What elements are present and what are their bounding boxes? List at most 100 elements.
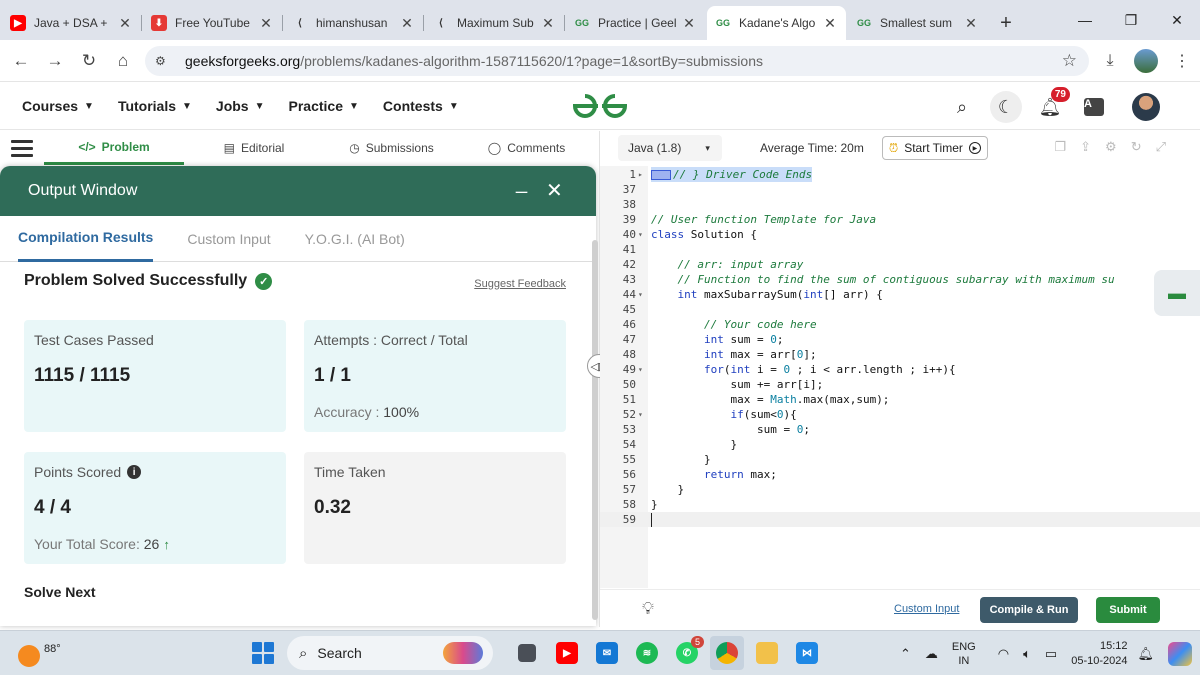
browser-tab[interactable]: ▶ Java + DSA + ✕ (2, 6, 142, 40)
user-avatar[interactable] (1132, 93, 1160, 121)
browser-tab[interactable]: GG Smallest sum ✕ (848, 6, 987, 40)
output-scrollbar[interactable] (592, 240, 598, 620)
new-tab-button[interactable]: + (991, 8, 1021, 38)
windows-start-icon[interactable] (252, 642, 274, 664)
fold-toggle-icon[interactable]: ▾ (638, 227, 646, 242)
fold-toggle-icon[interactable]: ▸ (638, 167, 646, 182)
forward-icon[interactable]: → (38, 44, 72, 78)
fullscreen-icon[interactable]: ⤢ (1156, 139, 1166, 155)
settings-icon[interactable]: ⚙ (1105, 139, 1117, 155)
back-icon[interactable]: ← (4, 44, 38, 78)
fold-toggle-icon[interactable]: ▾ (638, 407, 646, 422)
fold-toggle-icon[interactable]: ▾ (638, 287, 646, 302)
code-icon: </> (78, 139, 96, 154)
code-editor[interactable]: 1 ▸ // } Driver Code Ends 37 38 39 // User fun… (600, 166, 1200, 588)
downloads-icon[interactable]: ⤓ (1092, 52, 1128, 70)
volume-icon[interactable]: 🔈︎ (1023, 646, 1031, 662)
tab-problem[interactable]: </> Problem (44, 131, 184, 165)
wifi-icon[interactable]: ◠ (998, 646, 1009, 662)
spotify-icon[interactable]: ≋ (630, 636, 664, 670)
custom-input-link[interactable]: Custom Input (894, 603, 959, 615)
tab-custom-input[interactable]: Custom Input (187, 216, 270, 262)
compile-run-button[interactable]: Compile & Run (980, 597, 1078, 623)
copy-icon[interactable]: ❐ (1054, 139, 1066, 155)
close-tab-icon[interactable]: ✕ (117, 15, 133, 32)
minimize-window-icon[interactable]: — (1062, 0, 1108, 40)
tab-compilation-results[interactable]: Compilation Results (18, 216, 154, 262)
code-line: 1 ▸ // } Driver Code Ends (600, 167, 1200, 182)
windows-taskbar: 88° ⌕ Search ▶ ✉ ≋ ✆ 5 ⋈ ⌃ ☁ ENG IN ◠ 🔈︎ ▭… (0, 630, 1200, 675)
url-input[interactable]: ⚙ geeksforgeeks.org/problems/kadanes-alg… (145, 46, 1089, 76)
nav-practice[interactable]: Practice ▼ (289, 98, 359, 114)
bookmark-star-icon[interactable]: ☆ (1062, 51, 1077, 71)
tab-yogi-ai-bot[interactable]: Y.O.G.I. (AI Bot) (305, 216, 405, 262)
reset-icon[interactable]: ↻ (1131, 139, 1142, 155)
close-tab-icon[interactable]: ✕ (681, 15, 697, 32)
task-view-icon[interactable] (510, 636, 544, 670)
close-tab-icon[interactable]: ✕ (540, 15, 556, 32)
tab-comments[interactable]: ◯ Comments (459, 131, 594, 165)
close-tab-icon[interactable]: ✕ (822, 15, 838, 32)
input-language[interactable]: ENG IN (952, 640, 976, 668)
dark-mode-icon[interactable]: ☾ (990, 91, 1022, 123)
close-tab-icon[interactable]: ✕ (399, 15, 415, 32)
upload-icon[interactable]: ⇪ (1080, 139, 1091, 155)
nav-courses[interactable]: Courses ▼ (22, 98, 94, 114)
clock[interactable]: 15:12 05-10-2024 (1071, 639, 1127, 669)
code-token: int (703, 333, 724, 346)
chevron-up-icon[interactable]: ⌃ (900, 646, 911, 662)
clock-icon: ◷ (349, 141, 360, 155)
close-output-icon[interactable]: ✕ (546, 178, 563, 203)
browser-tab[interactable]: ⟨ Maximum Sub ✕ (425, 6, 565, 40)
close-tab-icon[interactable]: ✕ (963, 15, 979, 32)
youtube-app-icon[interactable]: ▶ (550, 636, 584, 670)
start-timer-button[interactable]: ⏰︎ Start Timer ▶ (881, 136, 988, 160)
tab-editorial[interactable]: ▤ Editorial (184, 131, 324, 165)
folded-code-marker[interactable] (651, 170, 671, 180)
translate-icon[interactable]: A (1078, 91, 1110, 123)
browser-menu-icon[interactable]: ⋮ (1164, 51, 1200, 71)
nav-contests[interactable]: Contests ▼ (383, 98, 459, 114)
home-icon[interactable]: ⌂ (106, 44, 140, 78)
submit-button[interactable]: Submit (1096, 597, 1160, 623)
code-text: } (651, 437, 737, 452)
browser-tab[interactable]: GG Practice | Geel ✕ (566, 6, 705, 40)
chrome-icon[interactable] (710, 636, 744, 670)
menu-hamburger-icon[interactable] (0, 131, 44, 165)
vscode-icon[interactable]: ⋈ (790, 636, 824, 670)
copilot-icon[interactable] (1168, 641, 1192, 666)
suggest-feedback-link[interactable]: Suggest Feedback (474, 278, 566, 290)
accuracy-value: 100% (383, 404, 420, 420)
browser-tab[interactable]: GG Kadane's Algo ✕ (707, 6, 846, 40)
language-select[interactable]: Java (1.8) ▾ (618, 135, 722, 161)
taskbar-search[interactable]: ⌕ Search (287, 636, 493, 670)
close-tab-icon[interactable]: ✕ (258, 15, 274, 32)
browser-tab[interactable]: ⟨ himanshusan ✕ (284, 6, 424, 40)
notification-center-icon[interactable]: 🔔︎ (1137, 646, 1154, 662)
chat-icon[interactable]: ▬ (1154, 270, 1200, 316)
mail-icon[interactable]: ✉ (590, 636, 624, 670)
cloud-icon[interactable]: ☁ (925, 646, 938, 662)
lightbulb-icon[interactable]: 💡︎ (642, 599, 654, 619)
file-explorer-icon[interactable] (750, 636, 784, 670)
nav-jobs[interactable]: Jobs ▼ (216, 98, 265, 114)
site-info-icon[interactable]: ⚙ (155, 54, 175, 68)
tab-submissions[interactable]: ◷ Submissions (324, 131, 459, 165)
reload-icon[interactable]: ↻ (72, 44, 106, 78)
info-icon[interactable]: i (127, 465, 142, 479)
profile-button[interactable] (1128, 49, 1164, 73)
gfg-logo[interactable] (571, 92, 629, 120)
weather-widget[interactable]: 88° (18, 637, 61, 667)
notifications-bell-icon[interactable]: 🔔︎ 79 (1034, 87, 1070, 123)
line-number: 56 (622, 468, 636, 481)
close-window-icon[interactable]: ✕ (1154, 0, 1200, 40)
minimize-output-icon[interactable]: _ (516, 172, 527, 195)
whatsapp-icon[interactable]: ✆ 5 (670, 636, 704, 670)
browser-tab[interactable]: ⬇ Free YouTube ✕ (143, 6, 283, 40)
fold-toggle-icon[interactable]: ▾ (638, 362, 646, 377)
nav-tutorials[interactable]: Tutorials ▼ (118, 98, 192, 114)
restore-window-icon[interactable]: ❐ (1108, 0, 1154, 40)
total-score-label: Your Total Score: (34, 536, 140, 552)
battery-icon[interactable]: ▭ (1045, 646, 1057, 662)
search-icon[interactable]: ⌕ (946, 91, 978, 123)
